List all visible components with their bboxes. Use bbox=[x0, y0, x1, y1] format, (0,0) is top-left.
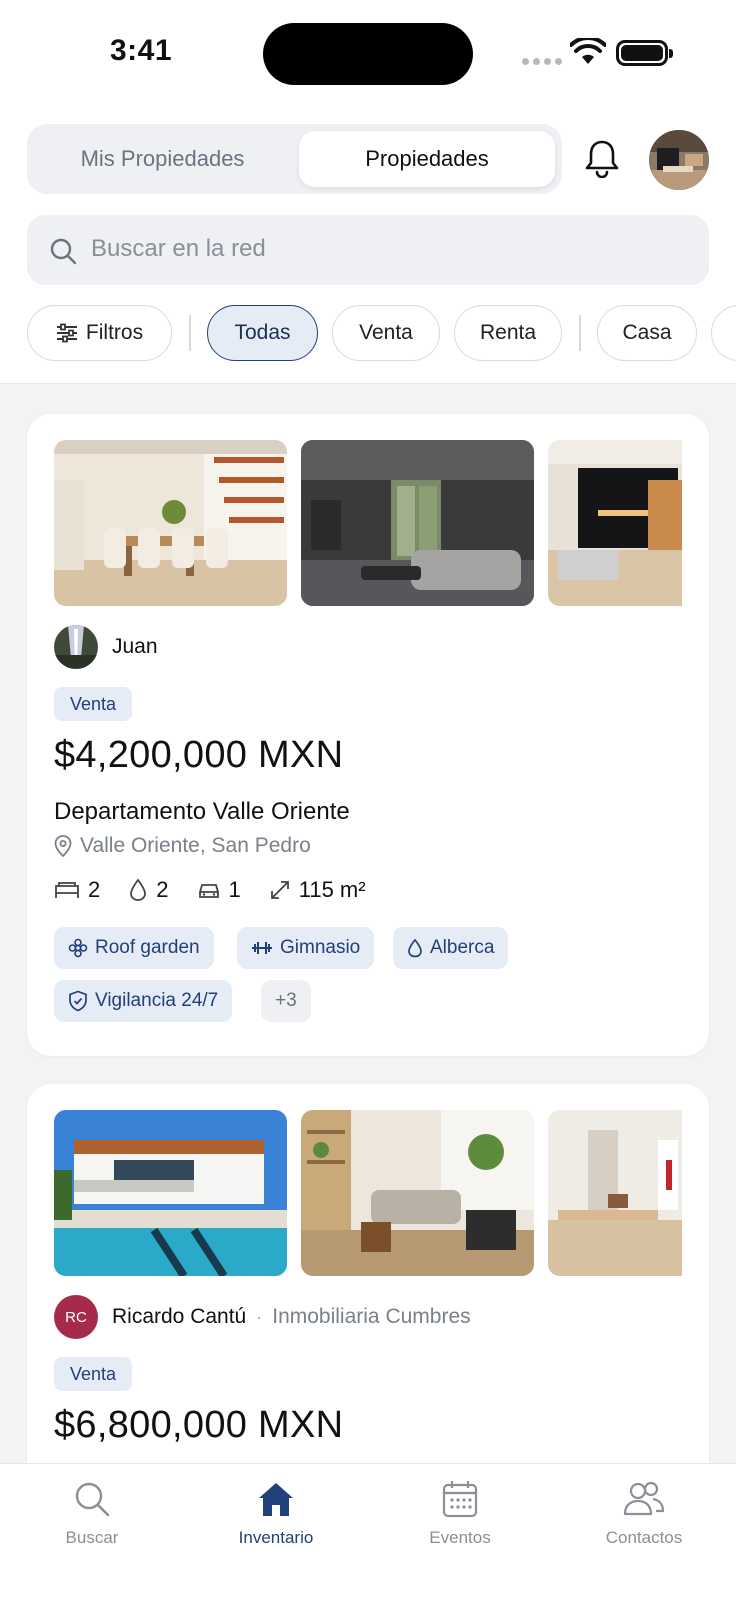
amenity-chip: Alberca bbox=[393, 927, 509, 969]
filter-chips: Filtros Todas Venta Renta Casa bbox=[0, 305, 736, 361]
car-icon bbox=[198, 884, 219, 898]
owner-name: Juan bbox=[112, 635, 158, 658]
tab-label: Inventario bbox=[238, 1528, 314, 1547]
flower-icon bbox=[68, 938, 88, 958]
photo-carousel[interactable] bbox=[54, 440, 682, 606]
chip-partial[interactable] bbox=[711, 305, 736, 361]
spec-area: 115 m² bbox=[269, 877, 366, 903]
chip-todas[interactable]: Todas bbox=[207, 305, 318, 361]
search-placeholder: Buscar en la red bbox=[91, 235, 266, 262]
tab-inventario[interactable]: Inventario bbox=[206, 1474, 346, 1548]
amenity-chip: Roof garden bbox=[54, 927, 214, 969]
profile-avatar[interactable] bbox=[649, 130, 709, 190]
listing-photo[interactable] bbox=[54, 440, 287, 606]
drop-icon bbox=[408, 938, 422, 958]
shield-check-icon bbox=[69, 990, 87, 1012]
segment-mis-propiedades[interactable]: Mis Propiedades bbox=[35, 131, 290, 187]
tab-label: Contactos bbox=[605, 1528, 683, 1547]
listing-card[interactable]: RC Ricardo Cantú · Inmobiliaria Cumbres … bbox=[27, 1084, 709, 1463]
users-icon bbox=[623, 1481, 665, 1516]
filters-button[interactable]: Filtros bbox=[27, 305, 172, 361]
drop-icon bbox=[130, 878, 147, 901]
listing-photo[interactable] bbox=[301, 440, 534, 606]
listing-location: Valle Oriente, San Pedro bbox=[54, 834, 311, 858]
listing-title: Departamento Valle Oriente bbox=[54, 798, 350, 825]
segment-propiedades[interactable]: Propiedades bbox=[299, 131, 555, 187]
search-bar[interactable]: Buscar en la red bbox=[27, 215, 709, 285]
segmented-control: Mis Propiedades Propiedades bbox=[27, 124, 562, 194]
listing-price: $6,800,000 MXN bbox=[54, 1404, 344, 1446]
listing-specs: 2 2 1 115 m² bbox=[54, 877, 394, 903]
signal-icon bbox=[522, 58, 562, 65]
chip-divider bbox=[189, 315, 191, 351]
location-pin-icon bbox=[54, 835, 72, 857]
more-amenities-chip[interactable]: +3 bbox=[261, 980, 311, 1022]
filters-label: Filtros bbox=[85, 321, 144, 344]
listing-owner[interactable]: Juan bbox=[54, 625, 158, 669]
dynamic-island bbox=[263, 23, 473, 85]
listing-type-tag: Venta bbox=[54, 687, 133, 721]
search-icon bbox=[75, 1482, 110, 1517]
tab-label: Eventos bbox=[429, 1528, 491, 1547]
listing-price: $4,200,000 MXN bbox=[54, 734, 344, 776]
owner-separator: · bbox=[256, 1306, 263, 1327]
owner-name: Ricardo Cantú bbox=[112, 1305, 247, 1328]
search-icon bbox=[50, 238, 77, 265]
listing-card[interactable]: Juan Venta $4,200,000 MXN Departamento V… bbox=[27, 414, 709, 1056]
tab-contactos[interactable]: Contactos bbox=[574, 1474, 714, 1548]
tab-eventos[interactable]: Eventos bbox=[390, 1474, 530, 1548]
chip-divider bbox=[579, 315, 581, 351]
location-text: Valle Oriente, San Pedro bbox=[80, 834, 311, 857]
battery-icon bbox=[616, 40, 673, 66]
spec-bedrooms: 2 bbox=[54, 877, 100, 903]
expand-icon bbox=[270, 881, 289, 899]
listing-photo[interactable] bbox=[301, 1110, 534, 1276]
listing-type-tag: Venta bbox=[54, 1357, 133, 1391]
chip-renta[interactable]: Renta bbox=[454, 305, 562, 361]
chip-casa[interactable]: Casa bbox=[597, 305, 697, 361]
owner-company: Inmobiliaria Cumbres bbox=[272, 1305, 471, 1328]
owner-avatar bbox=[54, 625, 98, 669]
home-icon bbox=[259, 1483, 293, 1516]
tab-label: Buscar bbox=[65, 1528, 119, 1547]
tab-buscar[interactable]: Buscar bbox=[22, 1474, 162, 1548]
amenity-chip: Vigilancia 24/7 bbox=[54, 980, 233, 1022]
spec-parking: 1 bbox=[197, 877, 241, 903]
listings-feed[interactable]: Juan Venta $4,200,000 MXN Departamento V… bbox=[0, 383, 736, 1463]
sliders-icon bbox=[56, 323, 77, 342]
bell-icon[interactable] bbox=[584, 138, 620, 178]
owner-avatar: RC bbox=[54, 1295, 98, 1339]
listing-owner[interactable]: RC Ricardo Cantú · Inmobiliaria Cumbres bbox=[54, 1295, 471, 1339]
listing-photo[interactable] bbox=[548, 440, 682, 606]
status-bar: 3:41 bbox=[0, 0, 736, 100]
listing-photo[interactable] bbox=[548, 1110, 682, 1276]
amenity-chip: Gimnasio bbox=[237, 927, 375, 969]
wifi-icon bbox=[570, 38, 606, 64]
photo-carousel[interactable] bbox=[54, 1110, 682, 1276]
dumbbell-icon bbox=[252, 942, 272, 954]
spec-bathrooms: 2 bbox=[128, 877, 169, 903]
tab-bar: Buscar Inventario Eventos Contactos bbox=[0, 1463, 736, 1600]
calendar-icon bbox=[442, 1481, 478, 1518]
chip-venta[interactable]: Venta bbox=[332, 305, 440, 361]
listing-photo[interactable] bbox=[54, 1110, 287, 1276]
status-time: 3:41 bbox=[110, 34, 173, 67]
bed-icon bbox=[55, 882, 79, 898]
